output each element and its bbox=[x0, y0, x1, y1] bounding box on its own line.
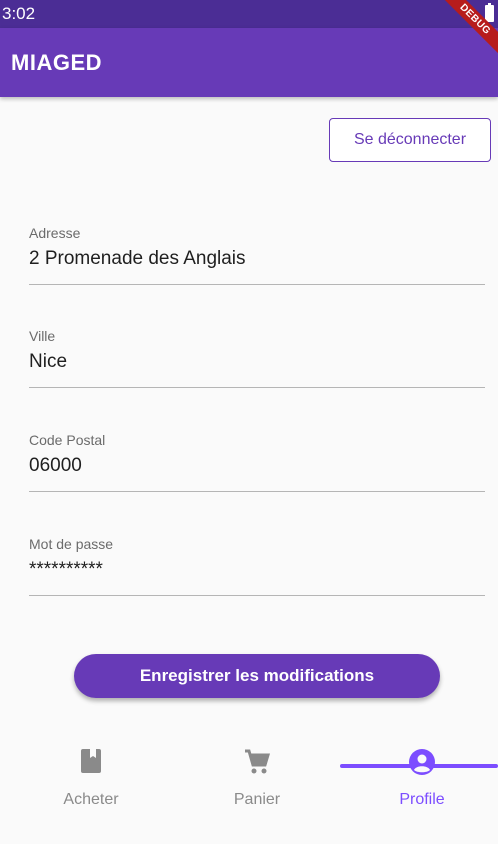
app-title: MIAGED bbox=[11, 50, 102, 75]
address-value[interactable]: 2 Promenade des Anglais bbox=[29, 248, 246, 270]
battery-icon bbox=[485, 3, 494, 22]
city-label: Ville bbox=[29, 328, 56, 344]
logout-button[interactable]: Se déconnecter bbox=[329, 118, 491, 162]
password-value[interactable]: ********** bbox=[29, 559, 103, 581]
account-circle-icon bbox=[339, 748, 498, 776]
nav-label-profile: Profile bbox=[399, 791, 445, 808]
city-field[interactable]: Ville Nice bbox=[29, 328, 485, 388]
book-icon bbox=[8, 748, 174, 776]
address-label: Adresse bbox=[29, 225, 81, 241]
nav-label-acheter: Acheter bbox=[63, 791, 119, 808]
address-field[interactable]: Adresse 2 Promenade des Anglais bbox=[29, 225, 485, 285]
nav-item-panier[interactable]: Panier bbox=[174, 740, 340, 820]
nav-item-acheter[interactable]: Acheter bbox=[8, 740, 174, 820]
cart-icon bbox=[174, 748, 340, 776]
postal-code-label: Code Postal bbox=[29, 432, 106, 448]
postal-code-field[interactable]: Code Postal 06000 bbox=[29, 432, 485, 492]
save-button[interactable]: Enregistrer les modifications bbox=[74, 654, 440, 698]
nav-label-panier: Panier bbox=[233, 791, 281, 808]
password-label: Mot de passe bbox=[29, 536, 114, 552]
status-time: 3:02 bbox=[2, 4, 36, 23]
postal-code-value[interactable]: 06000 bbox=[29, 455, 82, 477]
password-field[interactable]: Mot de passe ********** bbox=[29, 536, 485, 596]
nav-item-profile[interactable]: Profile bbox=[339, 740, 498, 820]
status-bar: 3:02 bbox=[0, 0, 498, 28]
city-value[interactable]: Nice bbox=[29, 351, 67, 373]
app-bar: MIAGED bbox=[0, 28, 498, 97]
